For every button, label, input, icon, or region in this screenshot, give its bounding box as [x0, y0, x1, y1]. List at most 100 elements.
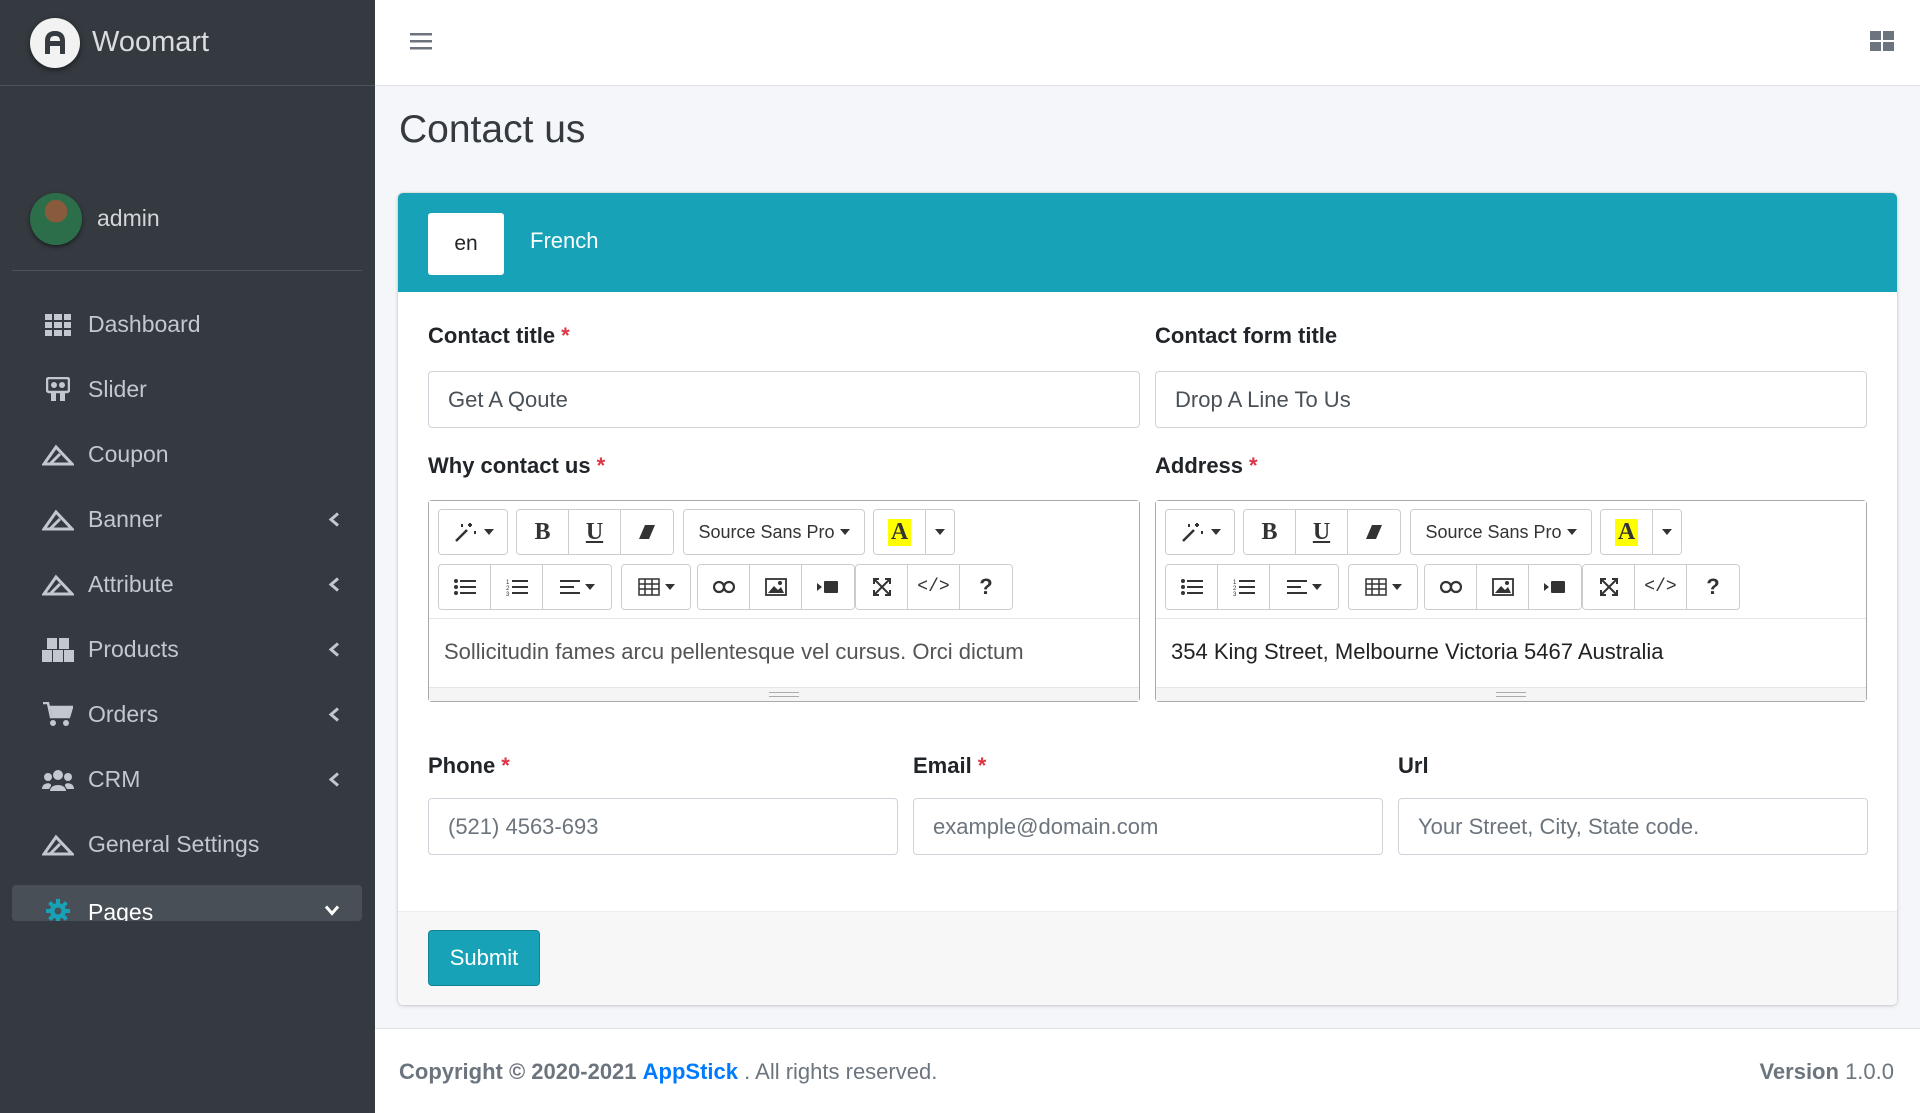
image-icon[interactable]	[750, 565, 802, 609]
link-icon[interactable]	[1425, 565, 1477, 609]
underline-glyph: U	[1312, 518, 1331, 545]
font-family-dropdown[interactable]: Source Sans Pro	[1411, 510, 1591, 554]
copyright-suffix: . All rights reserved.	[744, 1059, 938, 1084]
video-icon[interactable]	[1529, 565, 1581, 609]
chevron-down-icon	[324, 896, 340, 922]
brand-logo-icon	[30, 17, 80, 68]
card-footer: Submit	[398, 911, 1897, 1005]
address-content[interactable]: 354 King Street, Melbourne Victoria 5467…	[1156, 619, 1866, 687]
svg-text:3: 3	[1233, 592, 1237, 596]
toolbar-group-table	[621, 564, 691, 610]
help-button[interactable]: ?	[960, 565, 1012, 609]
company-link[interactable]: AppStick	[643, 1059, 738, 1084]
language-tabs: en French	[398, 193, 1897, 292]
highlight-color-button[interactable]: A	[874, 510, 926, 554]
align-left-icon[interactable]	[1270, 565, 1338, 609]
sidebar-item-orders[interactable]: Orders	[12, 682, 362, 747]
link-icon[interactable]	[698, 565, 750, 609]
editor-toolbar: B U Source Sans Pro A 123 </> ?	[429, 501, 1139, 619]
label-text: Phone	[428, 753, 496, 778]
underline-button[interactable]: U	[569, 510, 621, 554]
color-dropdown-button[interactable]	[1653, 510, 1681, 554]
sidebar-item-label: Pages	[88, 899, 154, 921]
users-icon	[42, 769, 74, 791]
tab-en[interactable]: en	[428, 213, 504, 275]
contact-form-title-input[interactable]: Drop A Line To Us	[1155, 371, 1867, 428]
avatar	[30, 193, 82, 245]
apps-grid-icon[interactable]	[1870, 30, 1896, 57]
sidebar-item-label: General Settings	[88, 831, 260, 857]
highlight-color-button[interactable]: A	[1601, 510, 1653, 554]
phone-label: Phone *	[428, 753, 510, 779]
align-left-icon[interactable]	[543, 565, 611, 609]
fullscreen-icon[interactable]	[1583, 565, 1635, 609]
email-input[interactable]: example@domain.com	[913, 798, 1383, 855]
table-icon[interactable]	[1349, 565, 1417, 609]
image-icon[interactable]	[1477, 565, 1529, 609]
bold-glyph: B	[1261, 518, 1278, 545]
contact-title-input[interactable]: Get A Qoute	[428, 371, 1140, 428]
sidebar-item-label: Banner	[88, 506, 163, 532]
hamburger-menu-icon[interactable]	[410, 30, 434, 57]
toolbar-group-para: 123	[1165, 564, 1339, 610]
resize-handle[interactable]	[429, 687, 1139, 701]
toolbar-group-view: </> ?	[1582, 564, 1740, 610]
eraser-icon[interactable]	[621, 510, 673, 554]
resize-handle[interactable]	[1156, 687, 1866, 701]
font-family-dropdown[interactable]: Source Sans Pro	[684, 510, 864, 554]
magic-style-icon[interactable]	[439, 510, 507, 554]
boxes-icon	[42, 637, 74, 662]
ordered-list-icon[interactable]: 123	[491, 565, 543, 609]
sidebar-item-label: Dashboard	[88, 311, 201, 337]
code-glyph: </>	[1644, 577, 1677, 597]
chevron-left-icon	[328, 766, 340, 793]
sidebar-item-products[interactable]: Products	[12, 617, 362, 682]
unordered-list-icon[interactable]	[439, 565, 491, 609]
required-mark: *	[596, 453, 606, 478]
ordered-list-icon[interactable]: 123	[1218, 565, 1270, 609]
user-name[interactable]: admin	[97, 205, 160, 232]
bold-button[interactable]: B	[1244, 510, 1296, 554]
sidebar-item-label: Attribute	[88, 571, 174, 597]
phone-input[interactable]: (521) 4563-693	[428, 798, 898, 855]
label-text: Why contact us	[428, 453, 591, 478]
toolbar-group-insert	[697, 564, 855, 610]
sidebar-item-crm[interactable]: CRM	[12, 747, 362, 812]
toolbar-group-style	[438, 509, 508, 555]
page-footer: Copyright © 2020-2021 AppStick . All rig…	[375, 1028, 1920, 1113]
underline-button[interactable]: U	[1296, 510, 1348, 554]
url-input[interactable]: Your Street, City, State code.	[1398, 798, 1868, 855]
code-view-button[interactable]: </>	[908, 565, 960, 609]
chevron-left-icon	[328, 636, 340, 663]
mountain-icon	[42, 444, 74, 466]
sidebar-item-label: Slider	[88, 376, 147, 402]
unordered-list-icon[interactable]	[1166, 565, 1218, 609]
toolbar-group-para: 123	[438, 564, 612, 610]
font-name-text: Source Sans Pro	[698, 521, 835, 542]
sidebar-item-coupon[interactable]: Coupon	[12, 422, 362, 487]
eraser-icon[interactable]	[1348, 510, 1400, 554]
color-dropdown-button[interactable]	[926, 510, 954, 554]
sidebar-item-pages[interactable]: Pages	[12, 885, 362, 921]
code-view-button[interactable]: </>	[1635, 565, 1687, 609]
brand-link[interactable]: Woomart	[0, 0, 375, 86]
url-label: Url	[1398, 753, 1429, 778]
sidebar-item-general-settings[interactable]: General Settings	[12, 812, 362, 877]
sidebar-item-slider[interactable]: Slider	[12, 357, 362, 422]
bold-button[interactable]: B	[517, 510, 569, 554]
help-button[interactable]: ?	[1687, 565, 1739, 609]
label-text: Email	[913, 753, 972, 778]
why-contact-content[interactable]: Sollicitudin fames arcu pellentesque vel…	[429, 619, 1139, 687]
video-icon[interactable]	[802, 565, 854, 609]
version: Version 1.0.0	[1759, 1059, 1894, 1085]
sidebar-item-attribute[interactable]: Attribute	[12, 552, 362, 617]
user-panel[interactable]: admin	[12, 193, 362, 271]
sidebar-item-banner[interactable]: Banner	[12, 487, 362, 552]
fullscreen-icon[interactable]	[856, 565, 908, 609]
highlight-glyph: A	[1614, 518, 1639, 546]
sidebar-item-dashboard[interactable]: Dashboard	[12, 292, 362, 357]
table-icon[interactable]	[622, 565, 690, 609]
tab-french[interactable]: French	[530, 228, 598, 254]
magic-style-icon[interactable]	[1166, 510, 1234, 554]
submit-button[interactable]: Submit	[428, 930, 540, 986]
